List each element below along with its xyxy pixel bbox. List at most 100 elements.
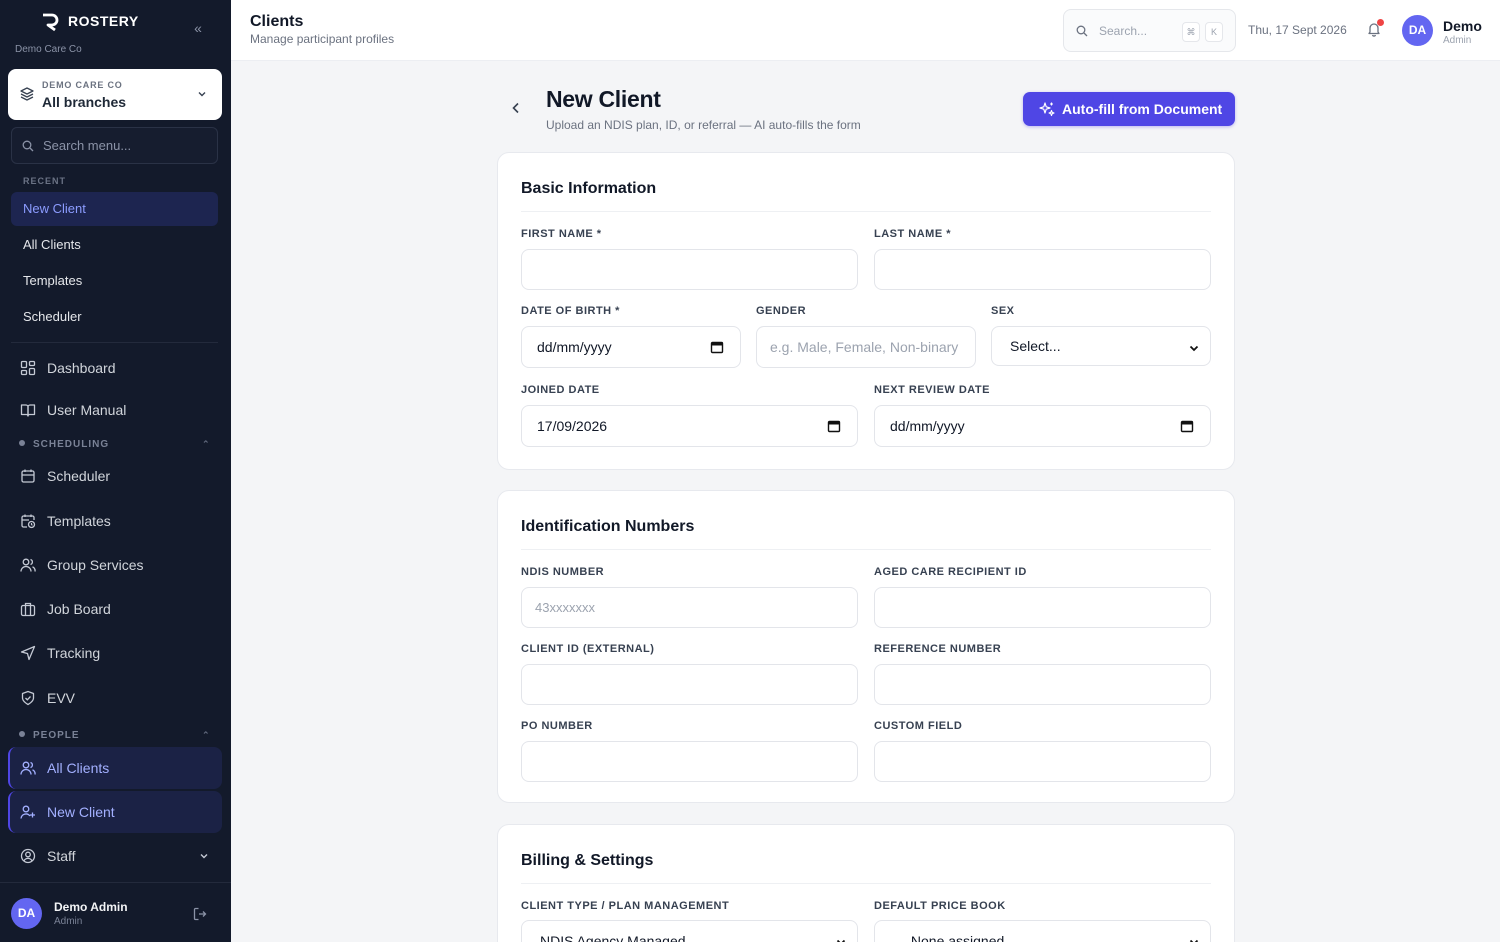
collapse-sidebar-icon[interactable]: «: [190, 20, 206, 36]
joined-date-field[interactable]: 17/09/2026: [521, 405, 858, 447]
scheduling-group-header[interactable]: SCHEDULING ⌃: [19, 439, 210, 450]
nav-group-services[interactable]: Group Services: [8, 544, 222, 586]
nav-tracking[interactable]: Tracking: [8, 632, 222, 674]
gender-placeholder: e.g. Male, Female, Non-binary: [770, 339, 959, 355]
nav-user-manual-label: User Manual: [47, 402, 127, 418]
kbd-command: ⌘: [1182, 22, 1200, 42]
client-id-label: CLIENT ID (EXTERNAL): [521, 643, 655, 655]
po-label: PO NUMBER: [521, 720, 593, 732]
chevron-down-icon: [1189, 939, 1199, 942]
calendar-icon[interactable]: [827, 419, 841, 433]
people-group-header[interactable]: PEOPLE ⌃: [19, 730, 210, 741]
card-divider: [521, 549, 1211, 550]
custom-field[interactable]: [874, 741, 1211, 782]
nav-new-client-label: New Client: [47, 804, 115, 820]
scheduling-label: SCHEDULING: [33, 439, 110, 450]
page-title: Clients: [250, 13, 304, 30]
price-book-value: — None assigned —: [893, 933, 1023, 942]
current-date: Thu, 17 Sept 2026: [1248, 23, 1347, 37]
joined-label: JOINED DATE: [521, 384, 600, 396]
user-name: Demo Admin: [54, 900, 128, 914]
po-number-field[interactable]: [521, 741, 858, 782]
sidebar-search-input[interactable]: Search menu...: [11, 127, 218, 164]
review-date-field[interactable]: dd/mm/yyyy: [874, 405, 1211, 447]
top-user-name: Demo: [1443, 18, 1482, 34]
user-circle-icon: [20, 848, 36, 864]
users-icon: [20, 761, 36, 775]
nav-scheduler[interactable]: Scheduler: [8, 455, 222, 497]
client-type-select[interactable]: NDIS Agency Managed: [521, 920, 858, 942]
ndis-number-field[interactable]: 43xxxxxxx: [521, 587, 858, 628]
users-icon: [20, 558, 36, 572]
basic-info-card: Basic Information FIRST NAME * LAST NAME…: [497, 152, 1235, 470]
sidebar-search-placeholder: Search menu...: [43, 138, 132, 153]
nav-scheduler-label: Scheduler: [47, 468, 111, 484]
nav-templates[interactable]: Templates: [8, 500, 222, 542]
branch-selector[interactable]: DEMO CARE CO All branches: [8, 69, 222, 120]
form-title: New Client: [546, 86, 661, 112]
global-search-input[interactable]: Search... ⌘ K: [1063, 9, 1236, 52]
dob-field[interactable]: dd/mm/yyyy: [521, 326, 741, 368]
calendar-clock-icon: [21, 514, 36, 529]
brand-name: ROSTERY: [68, 13, 139, 29]
chevron-down-icon: [198, 92, 206, 97]
sex-select[interactable]: Select...: [991, 326, 1211, 366]
recent-item-scheduler[interactable]: Scheduler: [11, 300, 218, 334]
recent-item-templates[interactable]: Templates: [11, 264, 218, 298]
joined-value: 17/09/2026: [537, 418, 608, 434]
first-name-label: FIRST NAME *: [521, 228, 602, 240]
billing-title: Billing & Settings: [521, 852, 654, 869]
avatar[interactable]: DA: [11, 898, 42, 929]
search-icon: [1076, 25, 1088, 37]
top-avatar[interactable]: DA: [1402, 15, 1433, 46]
ndis-placeholder: 43xxxxxxx: [535, 600, 595, 615]
identification-card: Identification Numbers NDIS NUMBER 43xxx…: [497, 490, 1235, 803]
ndis-label: NDIS NUMBER: [521, 566, 605, 578]
aged-care-id-field[interactable]: [874, 587, 1211, 628]
nav-staff[interactable]: Staff: [8, 835, 222, 877]
billing-card: Billing & Settings CLIENT TYPE / PLAN MA…: [497, 824, 1235, 942]
custom-field-label: CUSTOM FIELD: [874, 720, 963, 732]
chevron-up-icon: ⌃: [202, 439, 211, 449]
gender-field[interactable]: e.g. Male, Female, Non-binary: [756, 326, 976, 368]
nav-user-manual[interactable]: User Manual: [8, 389, 222, 431]
reference-label: REFERENCE NUMBER: [874, 643, 1002, 655]
nav-dashboard-label: Dashboard: [47, 360, 116, 376]
page-subtitle: Manage participant profiles: [250, 32, 395, 46]
sparkles-icon: [1039, 102, 1055, 117]
price-book-select[interactable]: — None assigned —: [874, 920, 1211, 942]
last-name-field[interactable]: [874, 249, 1211, 290]
recent-item-new-client[interactable]: New Client: [11, 192, 218, 226]
nav-job-board[interactable]: Job Board: [8, 588, 222, 630]
dob-label: DATE OF BIRTH *: [521, 305, 620, 317]
nav-evv[interactable]: EVV: [8, 677, 222, 719]
top-user-role: Admin: [1443, 35, 1472, 46]
first-name-field[interactable]: [521, 249, 858, 290]
nav-new-client[interactable]: New Client: [8, 791, 222, 833]
client-type-value: NDIS Agency Managed: [540, 933, 686, 942]
notification-dot: [1377, 19, 1384, 26]
shield-check-icon: [21, 690, 35, 706]
nav-dashboard[interactable]: Dashboard: [8, 347, 222, 389]
chevron-down-icon: [200, 854, 208, 859]
briefcase-icon: [20, 602, 36, 617]
reference-number-field[interactable]: [874, 664, 1211, 705]
people-label: PEOPLE: [33, 730, 80, 741]
client-id-field[interactable]: [521, 664, 858, 705]
layers-icon: [20, 87, 34, 101]
chevron-down-icon: [836, 939, 846, 942]
card-divider: [521, 883, 1211, 884]
autofill-button[interactable]: Auto-fill from Document: [1023, 92, 1235, 126]
back-icon[interactable]: [507, 99, 525, 117]
recent-item-all-clients[interactable]: All Clients: [11, 228, 218, 262]
client-type-label: CLIENT TYPE / PLAN MANAGEMENT: [521, 900, 730, 912]
nav-all-clients[interactable]: All Clients: [8, 747, 222, 789]
sidebar-user: DA Demo Admin Admin: [0, 882, 231, 942]
sex-value: Select...: [1010, 338, 1061, 354]
review-label: NEXT REVIEW DATE: [874, 384, 990, 396]
logout-icon[interactable]: [193, 907, 207, 921]
nav-evv-label: EVV: [47, 690, 76, 706]
nav-all-clients-label: All Clients: [47, 760, 110, 776]
calendar-icon[interactable]: [1180, 419, 1194, 433]
calendar-icon[interactable]: [710, 340, 724, 354]
